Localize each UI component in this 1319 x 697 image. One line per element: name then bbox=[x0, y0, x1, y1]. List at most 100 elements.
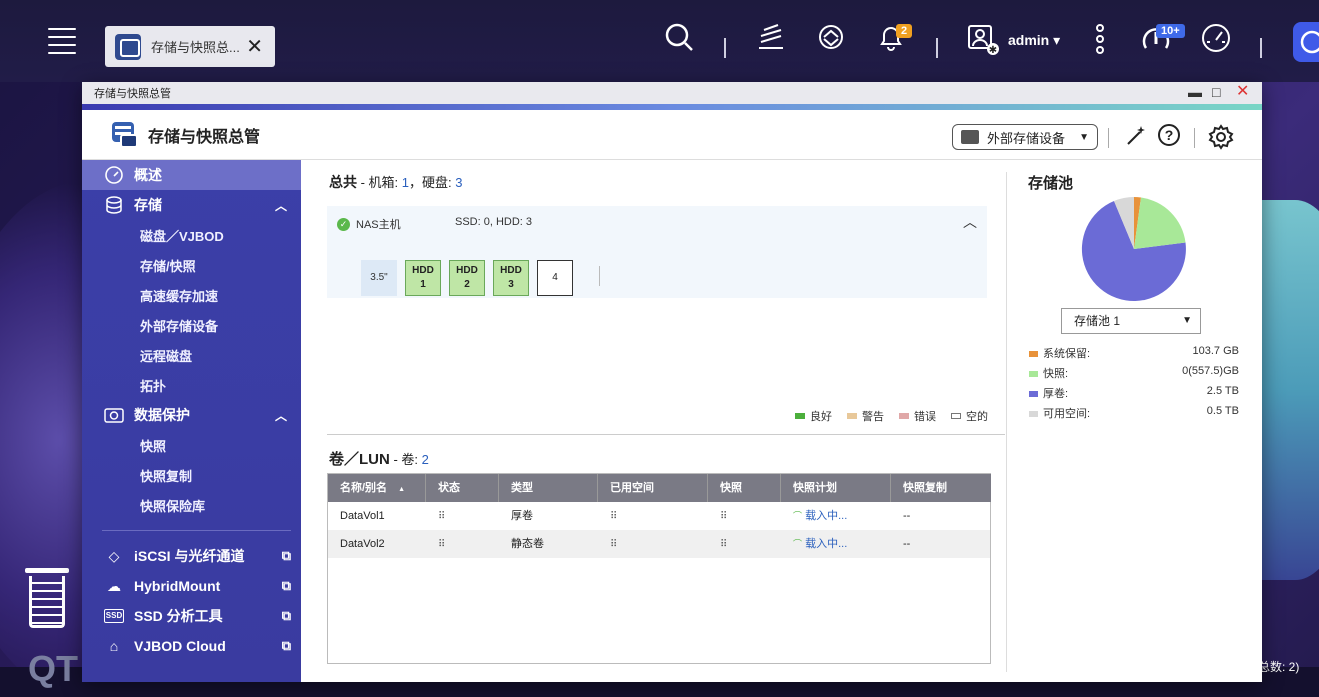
nas-status: ✓ NAS主机 bbox=[337, 216, 401, 232]
window-titlebar[interactable]: 存储与快照总管 ▬ □ ✕ bbox=[82, 82, 1262, 104]
sidebar-subitem-remote-disk[interactable]: 远程磁盘 bbox=[82, 340, 301, 370]
more-options-icon[interactable] bbox=[1092, 22, 1108, 67]
iscsi-icon: ◇ bbox=[108, 548, 120, 564]
nas-name: NAS主机 bbox=[356, 219, 401, 231]
snapshot-replica: -- bbox=[903, 538, 911, 550]
pool-legend-thick-volume: 厚卷: 2.5 TB bbox=[1029, 385, 1239, 401]
volume-count: 2 bbox=[421, 452, 429, 467]
section-divider bbox=[327, 434, 1005, 435]
table-row[interactable]: DataVol1 ⠿ 厚卷 ⠿ ⠿ ⌒ 载入中... -- bbox=[328, 502, 990, 530]
sidebar-item-overview[interactable]: 概述 bbox=[82, 160, 301, 190]
column-header-name[interactable]: 名称/别名 ▲ bbox=[328, 474, 426, 502]
storage-manager-window: 存储与快照总管 ▬ □ ✕ 存储与快照总管 外部存储设备 ▼ ? 概述 存储 ︿… bbox=[82, 82, 1262, 682]
snapshot-schedule: ⌒ 载入中... bbox=[793, 510, 848, 522]
resource-monitor-icon[interactable] bbox=[1200, 22, 1232, 65]
legend-empty: 空的 bbox=[951, 408, 988, 424]
column-header-status[interactable]: 状态 bbox=[426, 474, 499, 502]
sidebar-item-label: iSCSI 与光纤通道 bbox=[134, 548, 245, 564]
chevron-up-icon[interactable]: ︿ bbox=[275, 407, 287, 424]
maximize-icon[interactable]: □ bbox=[1212, 84, 1220, 100]
sidebar-subitem-cache-acceleration[interactable]: 高速缓存加速 bbox=[82, 280, 301, 310]
disk-label: ，硬盘: bbox=[409, 175, 456, 190]
sidebar-subitem-snapshot-vault[interactable]: 快照保险库 bbox=[82, 490, 301, 520]
sidebar-subitem-storage-snapshots[interactable]: 存储/快照 bbox=[82, 250, 301, 280]
disk-slot[interactable]: HDD 2 bbox=[449, 260, 485, 296]
main-content: 总共 - 机箱: 1，硬盘: 3 ✓ NAS主机 SSD: 0, HDD: 3 … bbox=[301, 160, 1262, 682]
sidebar-item-data-protection[interactable]: 数据保护 ︿ bbox=[82, 400, 301, 430]
volume-heading: 卷／LUN bbox=[329, 451, 390, 468]
slot-number: 1 bbox=[420, 279, 426, 290]
sidebar-item-ssd-tool[interactable]: SSD SSD 分析工具 ⧉ bbox=[82, 601, 301, 631]
main-menu-icon[interactable] bbox=[48, 28, 76, 56]
disk-slot[interactable]: HDD 1 bbox=[405, 260, 441, 296]
sidebar-subitem-snapshot-replica[interactable]: 快照复制 bbox=[82, 460, 301, 490]
slot-divider bbox=[599, 266, 600, 286]
user-menu-label[interactable]: admin ▾ bbox=[1008, 32, 1060, 49]
svg-text:✱: ✱ bbox=[989, 45, 997, 56]
column-header-snapshot[interactable]: 快照 bbox=[708, 474, 781, 502]
trash-can-icon[interactable] bbox=[22, 568, 72, 630]
update-count-badge: 10+ bbox=[1156, 24, 1185, 38]
close-window-icon[interactable]: ✕ bbox=[1236, 84, 1249, 100]
brand-watermark: QT bbox=[28, 648, 78, 689]
app-tab-label: 存储与快照总... bbox=[151, 40, 240, 55]
column-header-snapshot-schedule[interactable]: 快照计划 bbox=[781, 474, 891, 502]
table-row[interactable]: DataVol2 ⠿ 静态卷 ⠿ ⠿ ⌒ 载入中... -- bbox=[328, 530, 990, 558]
sidebar-subitem-external-storage[interactable]: 外部存储设备 bbox=[82, 310, 301, 340]
volume-type: 厚卷 bbox=[511, 510, 533, 522]
disk-slot[interactable]: HDD 3 bbox=[493, 260, 529, 296]
storage-pool-select[interactable]: 存储池 1 ▼ bbox=[1061, 308, 1201, 334]
search-icon[interactable] bbox=[664, 22, 694, 63]
storage-pool-pie-chart bbox=[1081, 196, 1187, 307]
column-header-type[interactable]: 类型 bbox=[499, 474, 598, 502]
magic-wand-icon[interactable] bbox=[1124, 124, 1148, 154]
user-icon[interactable]: ✱ bbox=[966, 22, 1000, 67]
sidebar-item-hybridmount[interactable]: ☁ HybridMount ⧉ bbox=[82, 571, 301, 601]
close-icon[interactable]: ✕ bbox=[246, 34, 263, 59]
external-link-icon: ⧉ bbox=[281, 548, 291, 563]
disk-summary: SSD: 0, HDD: 3 bbox=[455, 216, 533, 228]
app-tab-storage[interactable]: 存储与快照总... ✕ bbox=[105, 26, 275, 67]
snapshot-schedule: ⌒ 载入中... bbox=[793, 538, 848, 550]
background-tasks-icon[interactable] bbox=[756, 22, 786, 63]
sidebar-item-iscsi[interactable]: ◇ iSCSI 与光纤通道 ⧉ bbox=[82, 541, 301, 571]
header-divider bbox=[1108, 128, 1109, 148]
sidebar-item-label: 数据保护 bbox=[134, 407, 190, 423]
help-icon[interactable]: ? bbox=[1158, 124, 1180, 146]
pool-legend-snapshots: 快照: 0(557.5)GB bbox=[1029, 365, 1239, 381]
external-link-icon: ⧉ bbox=[281, 578, 291, 593]
settings-gear-icon[interactable] bbox=[1208, 124, 1234, 156]
sync-icon[interactable] bbox=[816, 22, 846, 63]
cloud-icon[interactable] bbox=[1293, 22, 1319, 62]
enclosure-label: - 机箱: bbox=[357, 175, 402, 190]
column-header-snapshot-replica[interactable]: 快照复制 bbox=[891, 474, 991, 502]
dashboard-gauge-icon bbox=[104, 165, 124, 185]
disk-slot-empty[interactable]: 4 bbox=[537, 260, 573, 296]
chevron-up-icon[interactable]: ︿ bbox=[963, 212, 977, 232]
disk-count: 3 bbox=[455, 175, 463, 190]
column-header-used-space[interactable]: 已用空间 bbox=[598, 474, 708, 502]
sidebar-item-storage[interactable]: 存储 ︿ bbox=[82, 190, 301, 220]
chevron-down-icon: ▼ bbox=[1182, 315, 1192, 326]
used-space-loading-icon: ⠿ bbox=[610, 539, 618, 550]
sidebar: 概述 存储 ︿ 磁盘／VJBOD 存储/快照 高速缓存加速 外部存储设备 远程磁… bbox=[82, 160, 301, 682]
notification-count-badge: 2 bbox=[896, 24, 913, 38]
pie-slice-snapshots bbox=[1134, 197, 1186, 249]
chevron-up-icon[interactable]: ︿ bbox=[275, 197, 287, 214]
legend-error: 错误 bbox=[899, 408, 936, 424]
volume-table: 名称/别名 ▲ 状态 类型 已用空间 快照 快照计划 快照复制 DataVol1… bbox=[327, 473, 991, 664]
taskbar-divider bbox=[724, 38, 726, 58]
sidebar-subitem-snapshots[interactable]: 快照 bbox=[82, 430, 301, 460]
volume-name: DataVol2 bbox=[340, 538, 385, 550]
panel-divider bbox=[1006, 172, 1007, 672]
external-storage-label: 外部存储设备 bbox=[987, 130, 1066, 146]
status-loading-icon: ⠿ bbox=[438, 511, 446, 522]
sidebar-item-label: 存储 bbox=[134, 197, 162, 213]
external-drive-icon bbox=[961, 130, 979, 144]
minimize-icon[interactable]: ▬ bbox=[1188, 84, 1202, 100]
app-title: 存储与快照总管 bbox=[148, 128, 261, 146]
external-storage-dropdown[interactable]: 外部存储设备 ▼ bbox=[952, 124, 1098, 150]
sidebar-item-vjbod-cloud[interactable]: ⌂ VJBOD Cloud ⧉ bbox=[82, 631, 301, 661]
sidebar-subitem-disks[interactable]: 磁盘／VJBOD bbox=[82, 220, 301, 250]
sidebar-subitem-topology[interactable]: 拓扑 bbox=[82, 370, 301, 400]
